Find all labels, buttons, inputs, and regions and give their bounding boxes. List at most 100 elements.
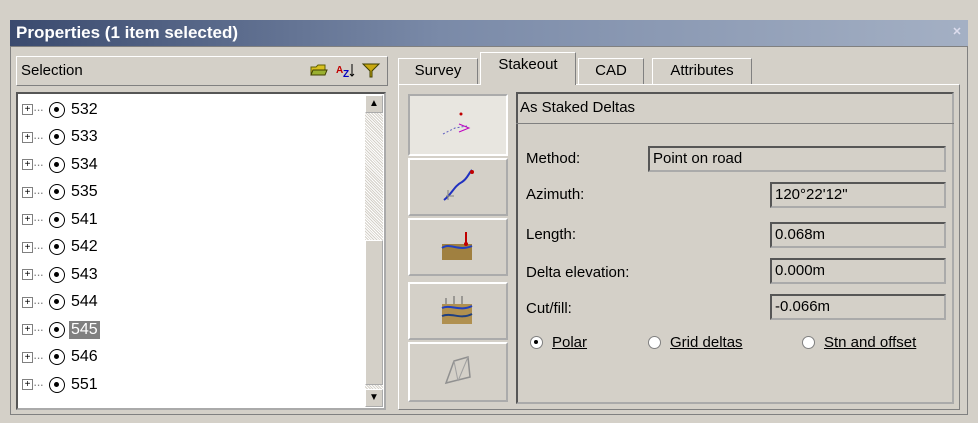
- radio-polar[interactable]: Polar: [530, 334, 587, 351]
- tree-item[interactable]: + ··· 533: [22, 124, 362, 152]
- stakeout-point-icon: [433, 104, 483, 147]
- tree-item[interactable]: + ··· 534: [22, 151, 362, 179]
- tree-item-label: 532: [71, 100, 98, 118]
- tab-attributes[interactable]: Attributes: [652, 58, 752, 84]
- tree-item[interactable]: + ··· 542: [22, 234, 362, 262]
- point-icon: [49, 184, 65, 201]
- radio-polar-dot[interactable]: [530, 336, 543, 349]
- expand-icon[interactable]: +: [22, 104, 33, 116]
- expand-icon[interactable]: +: [22, 214, 33, 226]
- tree-scrollbar[interactable]: ▲ ▼: [365, 95, 383, 407]
- tree-item-label: 546: [71, 348, 98, 366]
- stakeout-surface-button[interactable]: [408, 218, 508, 276]
- point-icon: [49, 376, 65, 393]
- point-icon: [49, 266, 65, 283]
- delta-elevation-label: Delta elevation:: [526, 264, 630, 281]
- window-title: Properties (1 item selected): [16, 23, 239, 42]
- scrollbar-thumb[interactable]: [365, 240, 383, 385]
- point-icon: [49, 321, 65, 338]
- radio-stn-offset[interactable]: Stn and offset: [802, 334, 916, 351]
- tree-item-label: 534: [71, 155, 98, 173]
- radio-grid-deltas[interactable]: Grid deltas: [648, 334, 743, 351]
- selection-header: Selection AZ: [16, 56, 388, 86]
- close-icon[interactable]: ✕: [950, 25, 964, 39]
- stakeout-line-icon: [438, 166, 478, 209]
- tree-connector: ···: [33, 322, 44, 338]
- tree-item-label: 544: [71, 293, 98, 311]
- tree-connector: ···: [33, 212, 44, 228]
- cutfill-field[interactable]: -0.066m: [770, 294, 946, 320]
- delta-elevation-field[interactable]: 0.000m: [770, 258, 946, 284]
- radio-grid-deltas-dot[interactable]: [648, 336, 661, 349]
- stakeout-surface-icon: [438, 226, 478, 269]
- radio-polar-label: Polar: [552, 334, 588, 351]
- stakeout-layers-icon: [438, 290, 478, 333]
- sort-az-icon[interactable]: AZ: [335, 62, 355, 80]
- expand-icon[interactable]: +: [22, 131, 33, 143]
- tab-cad[interactable]: CAD: [578, 58, 644, 84]
- point-icon: [49, 211, 65, 228]
- tree-item-label: 541: [71, 210, 98, 228]
- tree-connector: ···: [33, 129, 44, 145]
- expand-icon[interactable]: +: [22, 269, 33, 281]
- tree-rows: + ··· 532 + ··· 533 + ··· 534 + ··· 535 + ··· 541 + ··· 5…: [22, 96, 362, 399]
- tree-item[interactable]: + ··· 551: [22, 371, 362, 399]
- tree-item[interactable]: + ··· 532: [22, 96, 362, 124]
- tree-item-label: 533: [71, 128, 98, 146]
- expand-icon[interactable]: +: [22, 351, 33, 363]
- tree-connector: ···: [33, 294, 44, 310]
- length-label: Length:: [526, 226, 577, 243]
- expand-icon[interactable]: +: [22, 186, 33, 198]
- cutfill-label: Cut/fill:: [526, 300, 572, 317]
- point-icon: [49, 156, 65, 173]
- folder-icon[interactable]: [309, 62, 329, 78]
- scroll-up-icon[interactable]: ▲: [365, 95, 383, 113]
- stakeout-3d-button[interactable]: [408, 342, 508, 402]
- tree-item[interactable]: + ··· 541: [22, 206, 362, 234]
- expand-icon[interactable]: +: [22, 159, 33, 171]
- tree-connector: ···: [33, 349, 44, 365]
- point-icon: [49, 294, 65, 311]
- stakeout-content: [516, 92, 954, 404]
- tree-item[interactable]: + ··· 535: [22, 179, 362, 207]
- tree-item[interactable]: + ··· 545: [22, 316, 362, 344]
- tree-item-label: 543: [71, 265, 98, 283]
- length-field[interactable]: 0.068m: [770, 222, 946, 248]
- expand-icon[interactable]: +: [22, 379, 33, 391]
- tree-item[interactable]: + ··· 546: [22, 344, 362, 372]
- radio-stn-offset-dot[interactable]: [802, 336, 815, 349]
- scroll-down-icon[interactable]: ▼: [365, 389, 383, 407]
- point-icon: [49, 239, 65, 256]
- stakeout-layers-button[interactable]: [408, 282, 508, 340]
- azimuth-label: Azimuth:: [526, 186, 585, 203]
- tree-item[interactable]: + ··· 543: [22, 261, 362, 289]
- stakeout-3d-icon: [438, 351, 478, 394]
- tree-connector: ···: [33, 239, 44, 255]
- tree-connector: ···: [33, 184, 44, 200]
- tree-item-label: 542: [71, 238, 98, 256]
- method-label: Method:: [526, 150, 581, 167]
- method-field[interactable]: Point on road: [648, 146, 946, 172]
- tree-connector: ···: [33, 267, 44, 283]
- tree-item-label: 551: [71, 375, 98, 393]
- tree-connector: ···: [33, 377, 44, 393]
- tree-item[interactable]: + ··· 544: [22, 289, 362, 317]
- azimuth-field[interactable]: 120°22'12": [770, 182, 946, 208]
- point-icon: [49, 129, 65, 146]
- stakeout-line-button[interactable]: [408, 158, 508, 216]
- svg-text:Z: Z: [343, 69, 349, 78]
- expand-icon[interactable]: +: [22, 296, 33, 308]
- filter-icon[interactable]: [361, 62, 381, 78]
- radio-grid-deltas-label: Grid deltas: [670, 334, 743, 351]
- expand-icon[interactable]: +: [22, 324, 33, 336]
- expand-icon[interactable]: +: [22, 241, 33, 253]
- tree-connector: ···: [33, 102, 44, 118]
- window-titlebar: Properties (1 item selected) ✕: [10, 20, 968, 46]
- tree-item-label: 535: [71, 183, 98, 201]
- stakeout-point-button[interactable]: [408, 94, 508, 156]
- tab-stakeout[interactable]: Stakeout: [480, 52, 576, 85]
- section-title: As Staked Deltas: [516, 92, 954, 124]
- point-icon: [49, 349, 65, 366]
- tab-survey[interactable]: Survey: [398, 58, 478, 84]
- selection-tree[interactable]: + ··· 532 + ··· 533 + ··· 534 + ··· 535 + ··· 541 + ··· 5…: [16, 92, 386, 410]
